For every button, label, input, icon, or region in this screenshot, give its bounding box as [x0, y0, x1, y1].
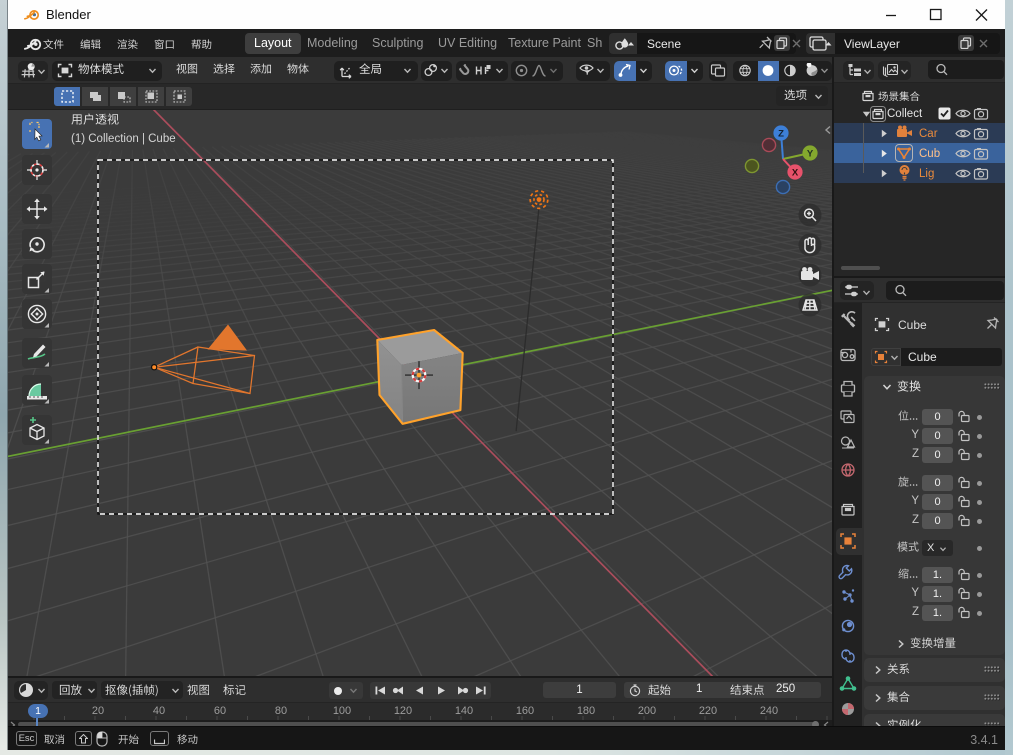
svg-text:X: X — [792, 168, 799, 179]
svg-text:Y: Y — [807, 149, 814, 160]
svg-text:Z: Z — [778, 129, 784, 140]
